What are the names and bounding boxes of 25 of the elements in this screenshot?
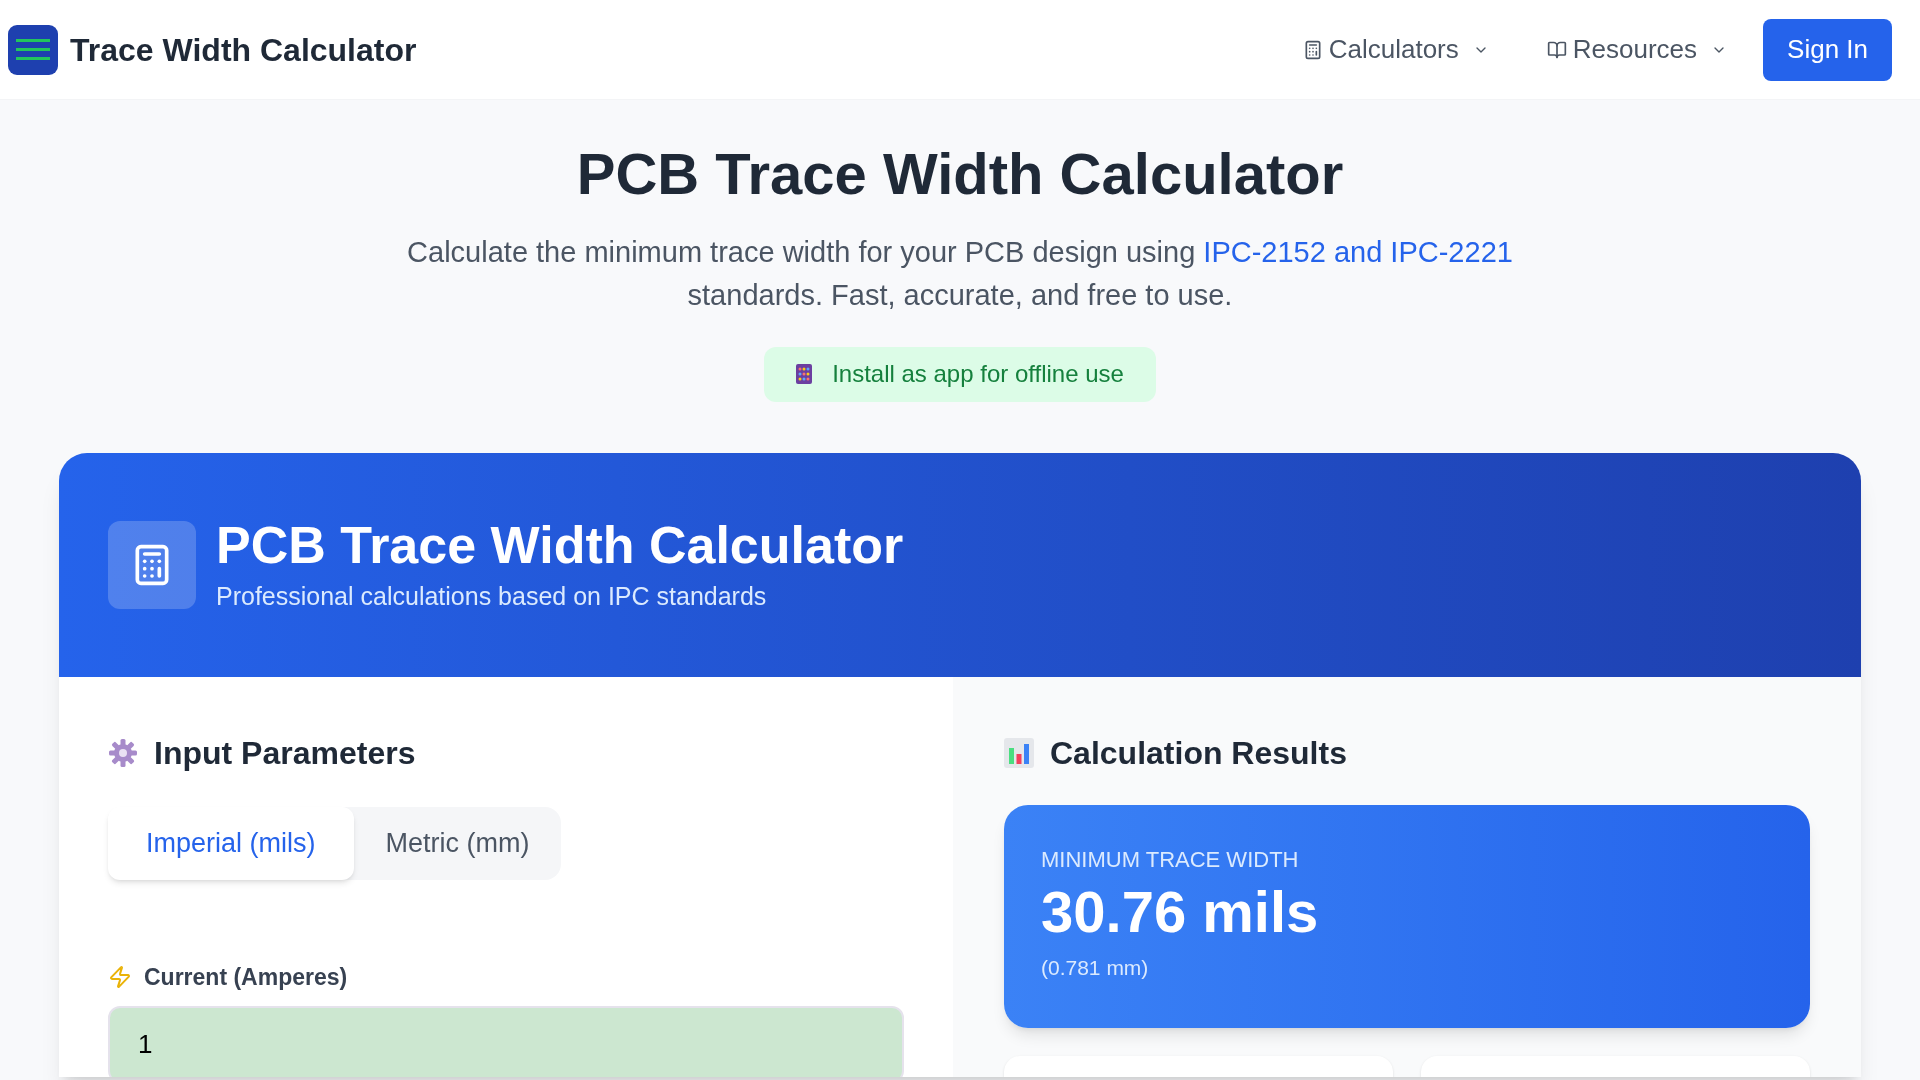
standards-link[interactable]: IPC-2152 and IPC-2221 — [1203, 235, 1513, 268]
input-parameters-heading: Input Parameters — [154, 733, 416, 773]
sign-in-button[interactable]: Sign In — [1763, 18, 1892, 81]
page-title: PCB Trace Width Calculator — [576, 140, 1344, 208]
bar-chart-icon — [1004, 737, 1034, 768]
nav-menu-button[interactable]: Resources — [1546, 30, 1728, 69]
calculator-subtitle: Professional calculations based on IPC standards — [216, 581, 768, 613]
book-icon — [1546, 39, 1567, 60]
install-app-button[interactable]: Install as app for offline use — [764, 346, 1156, 402]
result-secondary-value: (0.781 mm) — [1041, 955, 1150, 981]
lightning-icon — [108, 964, 132, 989]
unit-tab[interactable]: Metric (mm) — [353, 806, 562, 880]
result-label: MINIMUM TRACE WIDTH — [1041, 845, 1300, 874]
page-subtitle: Calculate the minimum trace width for your PCB design using IPC-2152 and IPC-2221 standards. Fast, accurate, and free to use. — [406, 234, 1514, 313]
results-heading: Calculation Results — [1050, 733, 1347, 773]
current-input-field[interactable]: 1 — [108, 1006, 904, 1077]
logo-icon — [8, 24, 58, 75]
nav-menu-button[interactable]: Calculators — [1302, 30, 1489, 69]
brand-name[interactable]: Trace Width Calculator — [70, 25, 417, 74]
current-label: Current (Amperes) — [144, 962, 348, 992]
unit-tab[interactable]: Imperial (mils) — [108, 806, 354, 880]
abacus-icon — [796, 364, 813, 384]
gear-icon — [108, 737, 138, 768]
calculator-title: PCB Trace Width Calculator — [216, 515, 904, 577]
result-value: 30.76 mils — [1041, 877, 1320, 946]
